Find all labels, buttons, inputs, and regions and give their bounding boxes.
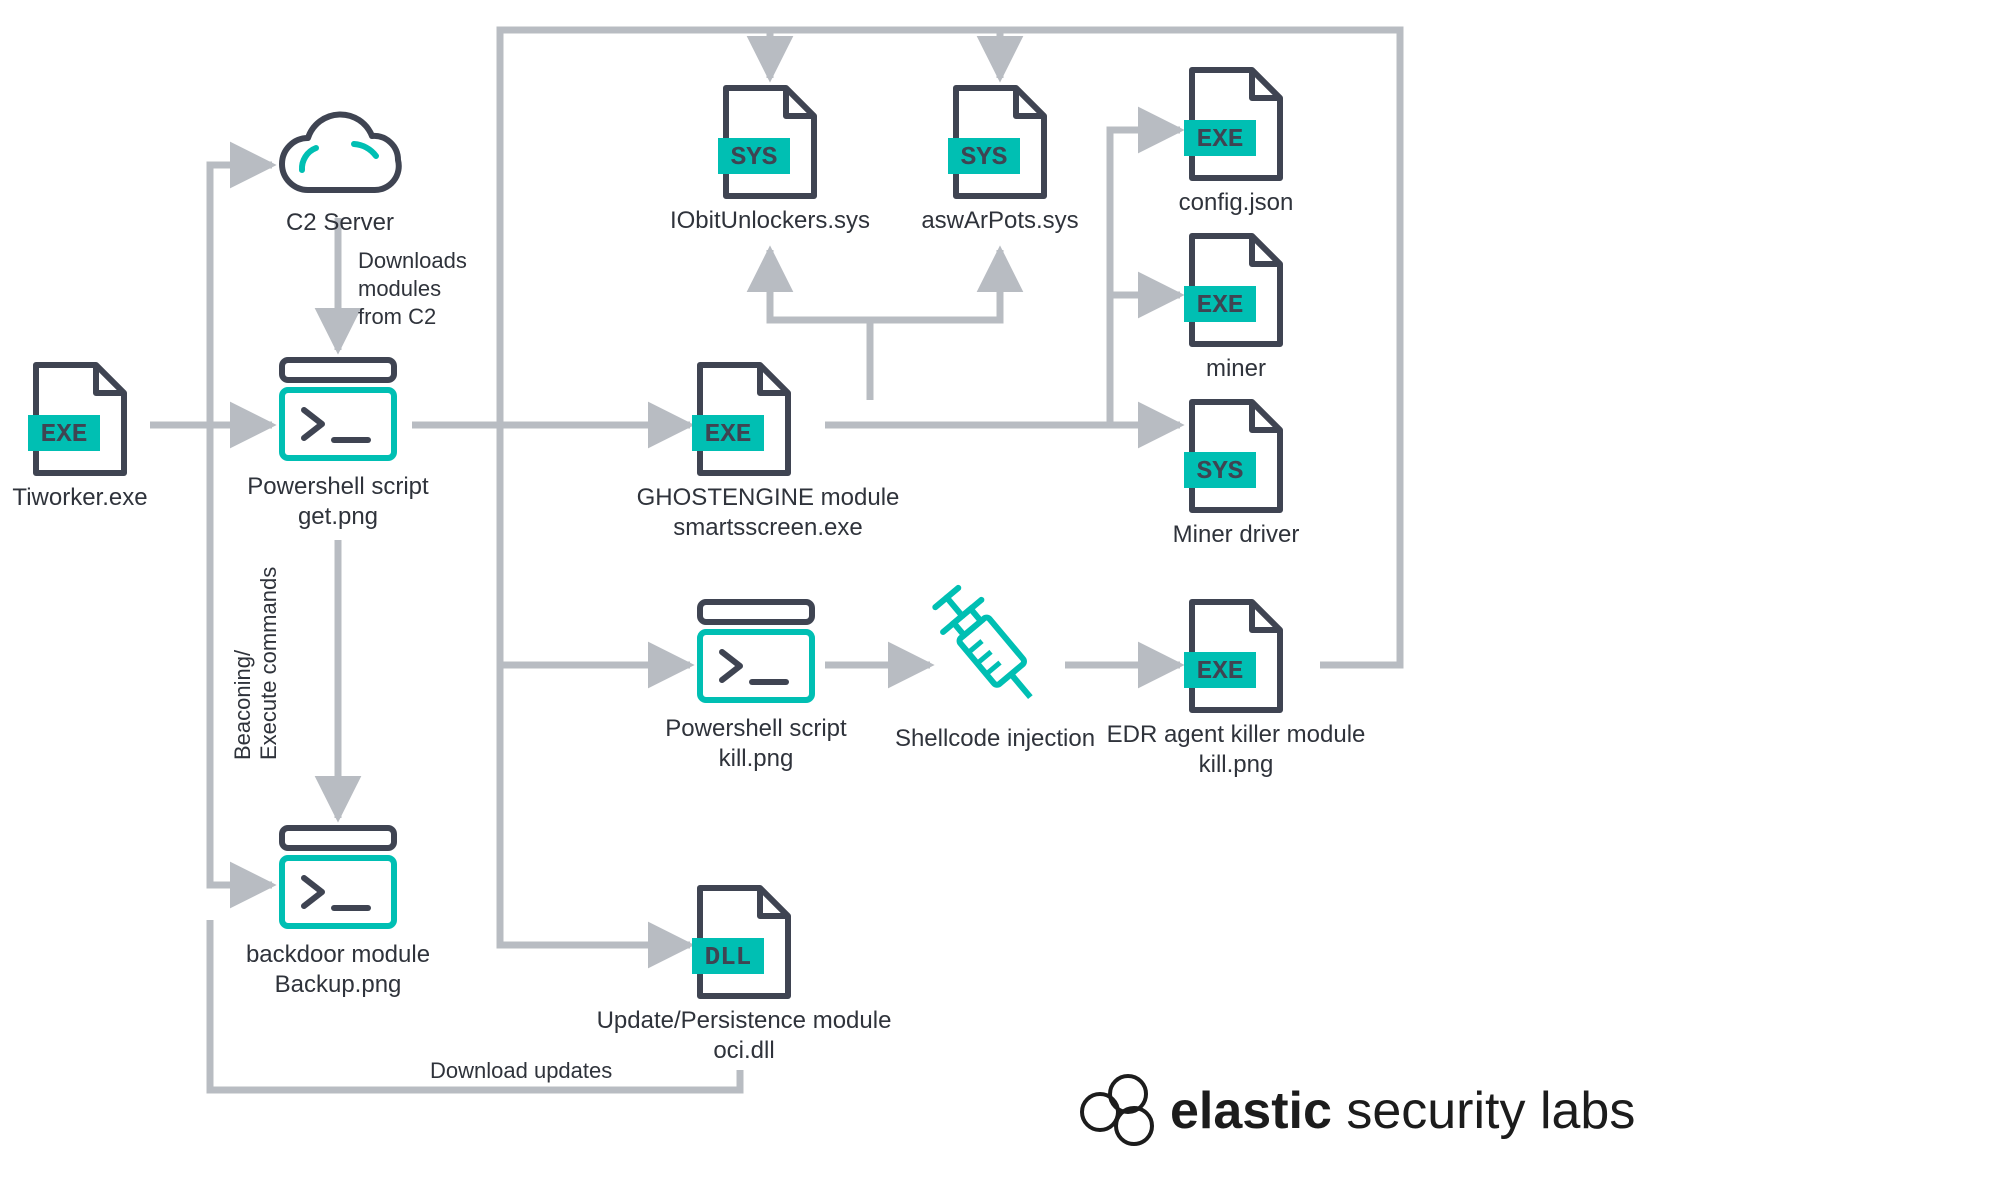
node-backup: backdoor module Backup.png	[246, 828, 430, 998]
node-oci: DLL Update/Persistence module oci.dll	[597, 888, 892, 1064]
node-killpng: Powershell script kill.png	[665, 602, 847, 772]
elastic-logo: elastic security labs	[1082, 1076, 1635, 1144]
badge-text: SYS	[1197, 456, 1244, 486]
edge-ghost-config	[1110, 130, 1180, 295]
edge-ghost-miner	[1110, 295, 1180, 425]
edge-label-beaconing-2: Execute commands	[256, 567, 281, 760]
edge-getpng-oci	[500, 665, 690, 945]
edge-ghost-aswar	[870, 250, 1000, 320]
badge-text: EXE	[1197, 290, 1244, 320]
node-label: EDR agent killer module	[1107, 721, 1366, 748]
edge-label-download-updates: Download updates	[430, 1058, 612, 1083]
node-c2: C2 Server	[282, 114, 399, 236]
node-miner: EXE miner	[1184, 236, 1280, 382]
node-iobit: SYS IObitUnlockers.sys	[670, 88, 870, 234]
node-getpng: Powershell script get.png	[247, 360, 429, 530]
edge-ghost-iobit	[770, 250, 870, 400]
node-label: Powershell script	[247, 473, 429, 500]
badge-text: EXE	[41, 419, 88, 449]
node-label-sub: Backup.png	[275, 971, 402, 998]
node-label: C2 Server	[286, 209, 394, 236]
node-label: config.json	[1179, 189, 1294, 216]
edge-tiworker-c2	[210, 165, 272, 425]
edge-label-downloads-1: Downloads	[358, 248, 467, 273]
node-aswar: SYS aswArPots.sys	[921, 88, 1078, 234]
node-edr: EXE EDR agent killer module kill.png	[1107, 602, 1366, 778]
node-tiworker: EXE Tiworker.exe	[12, 365, 147, 511]
badge-text: EXE	[1197, 656, 1244, 686]
node-ghost: EXE GHOSTENGINE module smartsscreen.exe	[637, 365, 900, 541]
badge-text: SYS	[731, 142, 778, 172]
node-label: Powershell script	[665, 715, 847, 742]
node-label: Update/Persistence module	[597, 1007, 892, 1034]
node-label: aswArPots.sys	[921, 207, 1078, 234]
node-label: miner	[1206, 355, 1266, 382]
node-label-sub: kill.png	[1199, 751, 1274, 778]
node-label-sub: smartsscreen.exe	[673, 514, 862, 541]
node-label: backdoor module	[246, 941, 430, 968]
diagram: EXE Tiworker.exe C2 Server Powershell sc…	[0, 0, 1999, 1186]
node-minerdriver: SYS Miner driver	[1173, 402, 1300, 548]
node-label: IObitUnlockers.sys	[670, 207, 870, 234]
node-label: Miner driver	[1173, 521, 1300, 548]
badge-text: DLL	[705, 942, 752, 972]
svg-text:elastic security labs: elastic security labs	[1170, 1082, 1635, 1140]
badge-text: EXE	[1197, 124, 1244, 154]
edge-label-downloads-2: modules	[358, 276, 441, 301]
logo-main: elastic	[1170, 1082, 1332, 1140]
badge-text: SYS	[961, 142, 1008, 172]
badge-text: EXE	[705, 419, 752, 449]
edge-label-beaconing-1: Beaconing/	[230, 649, 255, 760]
node-label: GHOSTENGINE module	[637, 484, 900, 511]
logo-sub: security labs	[1332, 1082, 1635, 1140]
node-label-sub: kill.png	[719, 745, 794, 772]
node-label: Tiworker.exe	[12, 484, 147, 511]
node-label-sub: get.png	[298, 503, 378, 530]
node-label: Shellcode injection	[895, 725, 1095, 752]
edge-label-downloads-3: from C2	[358, 304, 436, 329]
edge-getpng-killpng	[500, 425, 690, 665]
node-label-sub: oci.dll	[713, 1037, 774, 1064]
node-config: EXE config.json	[1179, 70, 1294, 216]
